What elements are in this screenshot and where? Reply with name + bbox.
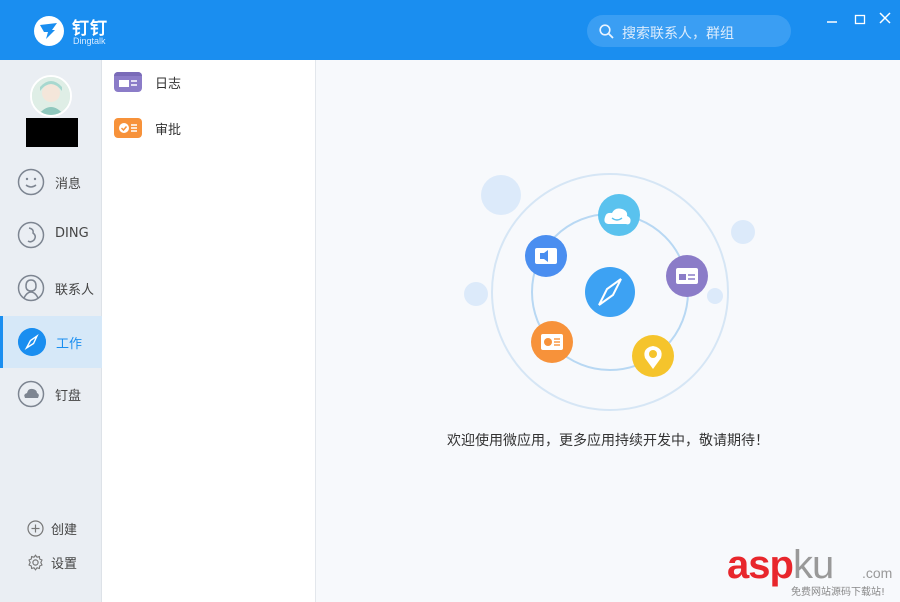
watermark-brand-b: ku [792,543,834,587]
username-redacted [26,118,78,147]
gear-icon [28,554,43,571]
nav-label-work: 工作 [56,337,83,352]
compass-icon [585,267,635,317]
close-icon[interactable] [877,10,893,26]
announcement-icon [525,235,567,277]
app-list: 日志 审批 [102,60,316,602]
create-button[interactable]: 创建 [27,518,97,538]
contact-icon [17,274,45,302]
settings-label: 设置 [51,557,78,572]
nav-label-drive: 钉盘 [55,389,82,404]
nav-item-work[interactable]: 工作 [0,316,102,368]
minimize-icon[interactable] [824,10,840,26]
avatar[interactable] [30,75,72,117]
app-item-approval[interactable]: 审批 [102,106,316,150]
app-subtitle: Dingtalk [73,36,106,46]
nav-label-ding: DING [55,226,89,241]
compass-icon [18,328,46,356]
approval-icon [531,321,573,363]
nav-item-messages[interactable]: 消息 [0,156,102,208]
log-icon [666,255,708,297]
maximize-icon[interactable] [852,10,868,26]
app-label-log: 日志 [155,77,182,92]
log-icon [114,72,142,92]
cloud-drive-icon [17,380,45,408]
nav-item-contacts[interactable]: 联系人 [0,262,102,314]
watermark-brand-a: asp [727,543,794,587]
nav-item-drive[interactable]: 钉盘 [0,368,102,420]
location-icon [632,335,674,377]
aspku-watermark: aspku .com 免费网站源码下载站! [727,545,897,600]
nav-label-contacts: 联系人 [55,283,95,298]
nav-item-ding[interactable]: DING [0,209,102,261]
dingtalk-logo-icon [34,16,64,46]
watermark-suffix: .com [862,565,893,581]
search-placeholder: 搜索联系人，群组 [622,26,734,42]
title-bar: 钉钉 Dingtalk 搜索联系人，群组 [0,0,900,60]
cloud-icon [598,194,640,236]
plus-circle-icon [27,520,44,537]
app-label-approval: 审批 [155,123,182,138]
app-item-log[interactable]: 日志 [102,60,316,104]
approval-icon [114,118,142,138]
search-input[interactable]: 搜索联系人，群组 [587,15,791,47]
search-icon [599,24,614,39]
nav-label-messages: 消息 [55,177,82,192]
settings-button[interactable]: 设置 [27,552,97,572]
smiley-icon [17,168,45,196]
welcome-message: 欢迎使用微应用，更多应用持续开发中，敬请期待！ [447,433,769,449]
watermark-slogan: 免费网站源码下载站! [791,587,886,598]
ding-icon [17,221,45,249]
micro-app-illustration [464,173,755,411]
create-label: 创建 [51,523,78,538]
left-nav: 消息 DING 联系人 工作 钉盘 创建 设置 [0,60,102,602]
main-panel: 欢迎使用微应用，更多应用持续开发中，敬请期待！ [316,60,900,602]
